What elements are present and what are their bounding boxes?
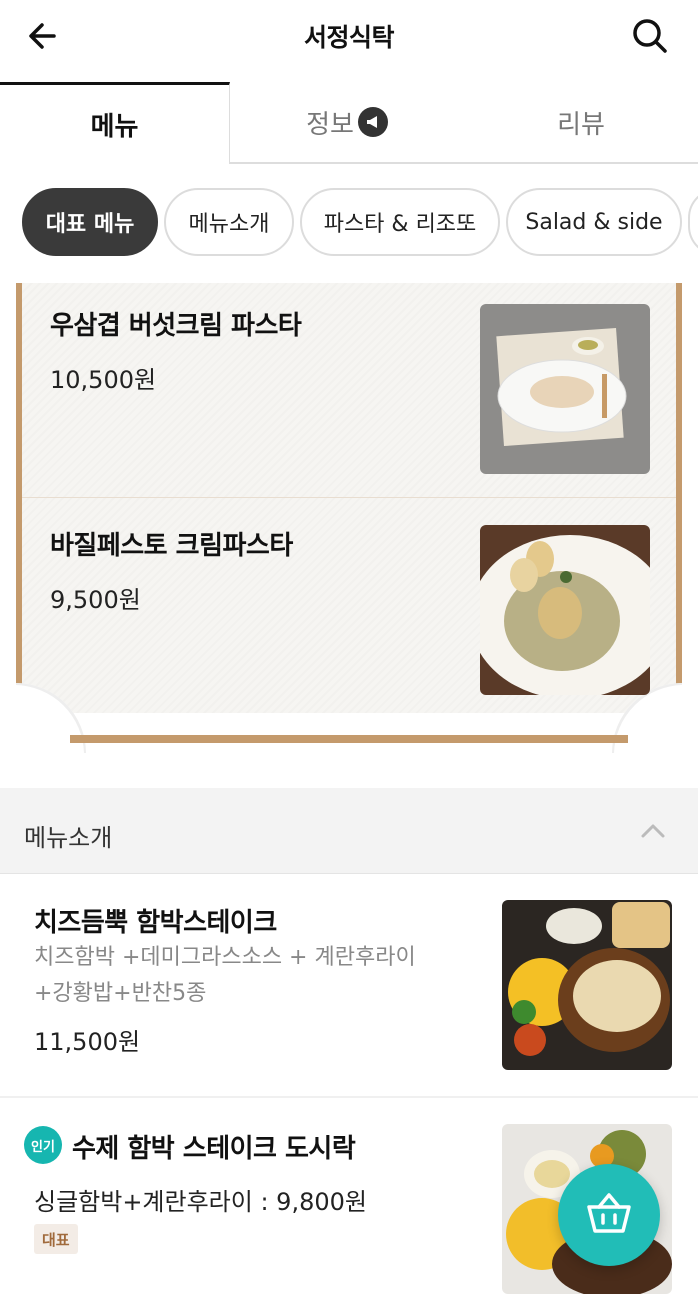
tab-review[interactable]: 리뷰 (464, 82, 698, 164)
section-title: 메뉴소개 (24, 824, 113, 852)
menu-description: 치즈함박 +데미그라스소스 + 계란후라이 +강황밥+반찬5종 (34, 945, 416, 1006)
app-header: 서정식탁 (0, 0, 698, 70)
menu-name: 바질페스토 크림파스타 (50, 531, 293, 561)
section-header-menu-intro[interactable]: 메뉴소개 (0, 788, 698, 874)
tab-review-label: 리뷰 (557, 109, 605, 140)
tab-bar: 메뉴 정보 리뷰 (0, 82, 698, 164)
tab-info[interactable]: 정보 (230, 82, 464, 164)
popular-badge: 인기 (24, 1126, 62, 1164)
tab-info-label: 정보 (306, 109, 354, 140)
menu-name: 우삼겹 버섯크림 파스타 (50, 311, 302, 341)
menu-price: 9,500원 (50, 586, 141, 614)
chip-salad-side[interactable]: Salad & side (506, 188, 682, 256)
chip-label: 파스타 & 리조또 (323, 212, 477, 237)
chip-menu-intro[interactable]: 메뉴소개 (164, 188, 294, 256)
chevron-up-icon[interactable] (638, 816, 668, 846)
tab-menu-label: 메뉴 (90, 112, 139, 142)
chip-label: Salad & side (525, 209, 663, 235)
menu-price: 싱글함박+계란후라이 : 9,800원 (34, 1188, 367, 1216)
tab-menu[interactable]: 메뉴 (0, 82, 230, 164)
signature-menu-board: 우삼겹 버섯크림 파스타 10,500원 바질페스토 크림파스타 9,500원 (16, 283, 682, 753)
signature-tag: 대표 (34, 1224, 78, 1254)
signature-item[interactable]: 바질페스토 크림파스타 9,500원 (50, 525, 293, 615)
list-item[interactable]: 치즈듬뿍 함박스테이크 치즈함박 +데미그라스소스 + 계란후라이 +강황밥+반… (0, 876, 698, 1096)
chip-next[interactable] (688, 188, 698, 256)
search-icon[interactable] (630, 16, 670, 56)
menu-price: 11,500원 (34, 1028, 141, 1056)
basil-pasta-photo[interactable] (480, 525, 650, 695)
cart-button[interactable] (558, 1164, 660, 1266)
board-bottom-rail (70, 735, 628, 743)
basket-icon (585, 1191, 633, 1239)
board-divider (22, 497, 676, 498)
pasta-photo[interactable] (480, 304, 650, 474)
menu-name: 치즈듬뿍 함박스테이크 (34, 908, 277, 938)
hamburg-steak-photo[interactable] (502, 900, 672, 1070)
chip-signature-menu[interactable]: 대표 메뉴 (22, 188, 158, 256)
chip-label: 대표 메뉴 (45, 212, 135, 237)
category-chips: 대표 메뉴 메뉴소개 파스타 & 리조또 Salad & side (0, 188, 698, 258)
chip-label: 메뉴소개 (188, 212, 270, 237)
menu-price: 10,500원 (50, 366, 157, 394)
signature-item[interactable]: 우삼겹 버섯크림 파스타 10,500원 (50, 305, 302, 395)
page-title: 서정식탁 (303, 23, 395, 52)
megaphone-icon (357, 107, 388, 137)
menu-name: 수제 함박 스테이크 도시락 (72, 1134, 356, 1164)
chip-pasta-risotto[interactable]: 파스타 & 리조또 (300, 188, 500, 256)
